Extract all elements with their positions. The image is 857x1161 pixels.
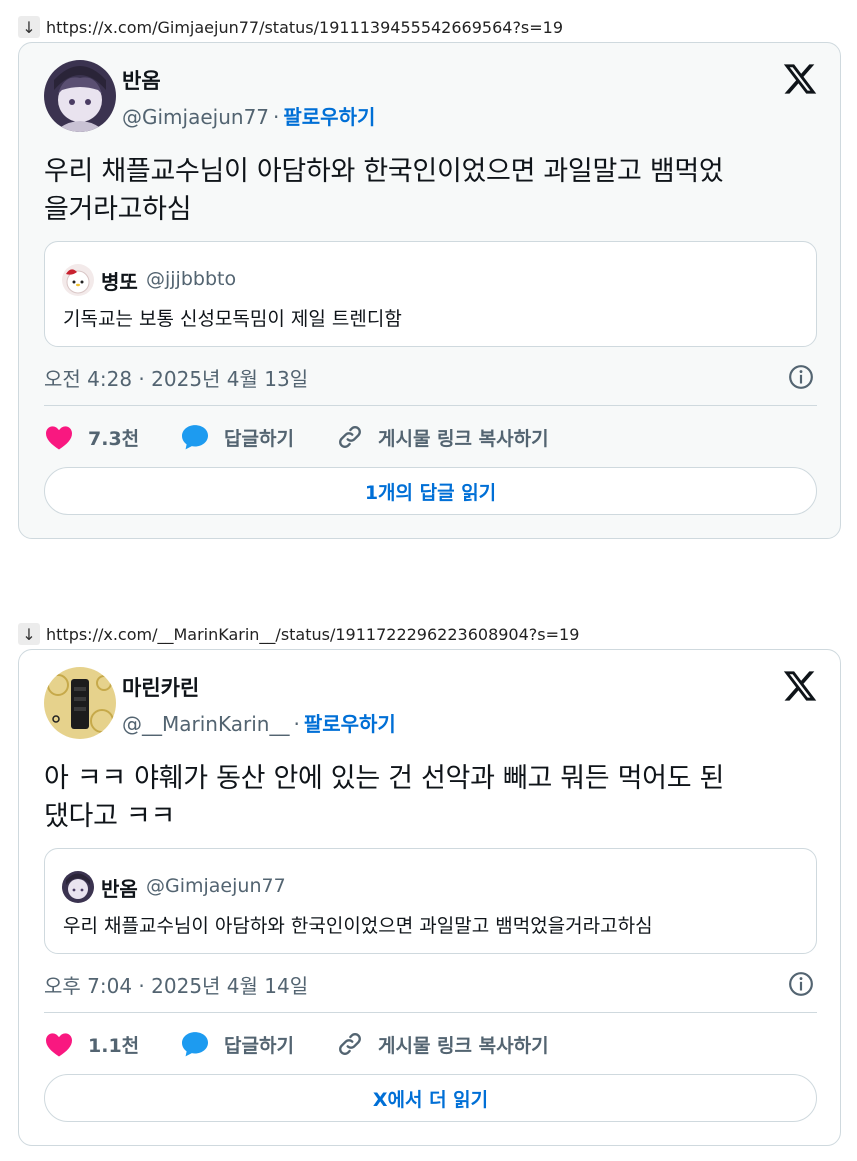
follow-button[interactable]: 팔로우하기 bbox=[304, 712, 396, 736]
quote-author-name: 반옴 bbox=[101, 877, 138, 901]
author-handle-row: @__MarinKarin__ · 팔로우하기 bbox=[122, 708, 396, 737]
reply-button[interactable]: 답글하기 bbox=[180, 419, 294, 455]
reply-bubble-icon bbox=[182, 425, 208, 450]
action-bar: 1.1천 답글하기 게시물 링크 복사하기 bbox=[44, 1026, 817, 1062]
tweet-card: 마린카린 @__MarinKarin__ · 팔로우하기 아 ㅋㅋ 야훼가 동산 안… bbox=[18, 649, 841, 1146]
heart-icon bbox=[46, 426, 72, 450]
tweet-text-line: 아 ㅋㅋ 야훼가 동산 안에 있는 건 선악과 빼고 뭐든 먹어도 된 bbox=[44, 763, 725, 794]
tweet-text-line: 우리 채플교수님이 아담하와 한국인이었으면 과일말고 뱀먹었 bbox=[44, 156, 724, 187]
tweet-card: 반옴 @Gimjaejun77 · 팔로우하기 우리 채플교수님이 아담하와 한국인… bbox=[18, 42, 841, 539]
tweet-text-line: 댔다고 ㅋㅋ bbox=[44, 801, 175, 832]
avatar[interactable] bbox=[44, 667, 116, 739]
tweet-text-line: 을거라고하심 bbox=[44, 194, 192, 225]
info-icon[interactable] bbox=[788, 364, 814, 390]
quote-author-handle: @Gimjaejun77 bbox=[146, 875, 286, 897]
quote-text: 우리 채플교수님이 아담하와 한국인이었으면 과일말고 뱀먹었을거라고하심 bbox=[63, 915, 653, 937]
quote-text: 기독교는 보통 신성모독밈이 제일 트렌디함 bbox=[63, 308, 402, 330]
author-handle[interactable]: @__MarinKarin__ bbox=[122, 712, 289, 736]
avatar[interactable] bbox=[44, 60, 116, 132]
action-bar: 7.3천 답글하기 게시물 링크 복사하기 bbox=[44, 419, 817, 455]
source-url-row-1: ↓ https://x.com/Gimjaejun77/status/19111… bbox=[18, 14, 563, 40]
reply-label: 답글하기 bbox=[224, 427, 294, 450]
reply-button[interactable]: 답글하기 bbox=[180, 1026, 294, 1062]
author-handle[interactable]: @Gimjaejun77 bbox=[122, 105, 269, 129]
link-icon bbox=[339, 1033, 361, 1055]
reply-label: 답글하기 bbox=[224, 1034, 294, 1057]
info-icon[interactable] bbox=[788, 971, 814, 997]
like-button[interactable]: 7.3천 bbox=[44, 419, 139, 455]
read-replies-button[interactable]: 1개의 답글 읽기 bbox=[44, 467, 817, 515]
timestamp[interactable]: 오후 7:04 · 2025년 4월 14일 bbox=[44, 970, 308, 999]
x-logo-icon[interactable] bbox=[782, 61, 818, 97]
separator-dot: · bbox=[273, 105, 280, 129]
reply-bubble-icon bbox=[182, 1032, 208, 1057]
like-count: 1.1천 bbox=[88, 1034, 140, 1057]
copy-link-button[interactable]: 게시물 링크 복사하기 bbox=[336, 1026, 549, 1062]
divider bbox=[44, 405, 817, 406]
author-handle-row: @Gimjaejun77 · 팔로우하기 bbox=[122, 101, 375, 130]
quote-author-name: 병또 bbox=[101, 270, 138, 294]
separator-dot: · bbox=[293, 712, 300, 736]
author-name[interactable]: 반옴 bbox=[122, 65, 161, 95]
read-more-on-x-button[interactable]: X에서 더 읽기 bbox=[44, 1074, 817, 1122]
source-url[interactable]: https://x.com/__MarinKarin__/status/1911… bbox=[46, 625, 579, 644]
like-button[interactable]: 1.1천 bbox=[44, 1026, 139, 1062]
source-url-row-2: ↓ https://x.com/__MarinKarin__/status/19… bbox=[18, 621, 579, 647]
tweet-text: 아 ㅋㅋ 야훼가 동산 안에 있는 건 선악과 빼고 뭐든 먹어도 된 댔다고 … bbox=[44, 760, 819, 836]
link-icon bbox=[339, 426, 361, 448]
quote-avatar bbox=[62, 871, 94, 903]
copy-link-label: 게시물 링크 복사하기 bbox=[378, 427, 549, 450]
author-name[interactable]: 마린카린 bbox=[122, 672, 199, 702]
quote-author-handle: @jjjbbbto bbox=[146, 268, 237, 290]
tweet-text: 우리 채플교수님이 아담하와 한국인이었으면 과일말고 뱀먹었 을거라고하심 bbox=[44, 153, 819, 229]
quoted-tweet[interactable]: 병또 @jjjbbbto 기독교는 보통 신성모독밈이 제일 트렌디함 bbox=[44, 241, 817, 347]
source-url[interactable]: https://x.com/Gimjaejun77/status/1911139… bbox=[46, 18, 563, 37]
download-arrow-icon: ↓ bbox=[18, 16, 40, 38]
x-logo-icon[interactable] bbox=[782, 668, 818, 704]
like-count: 7.3천 bbox=[88, 427, 140, 450]
quote-avatar bbox=[62, 264, 94, 296]
copy-link-button[interactable]: 게시물 링크 복사하기 bbox=[336, 419, 549, 455]
follow-button[interactable]: 팔로우하기 bbox=[283, 105, 375, 129]
download-arrow-icon: ↓ bbox=[18, 623, 40, 645]
heart-icon bbox=[46, 1033, 72, 1057]
timestamp[interactable]: 오전 4:28 · 2025년 4월 13일 bbox=[44, 363, 308, 392]
divider bbox=[44, 1012, 817, 1013]
copy-link-label: 게시물 링크 복사하기 bbox=[378, 1034, 549, 1057]
quoted-tweet[interactable]: 반옴 @Gimjaejun77 우리 채플교수님이 아담하와 한국인이었으면 과… bbox=[44, 848, 817, 954]
